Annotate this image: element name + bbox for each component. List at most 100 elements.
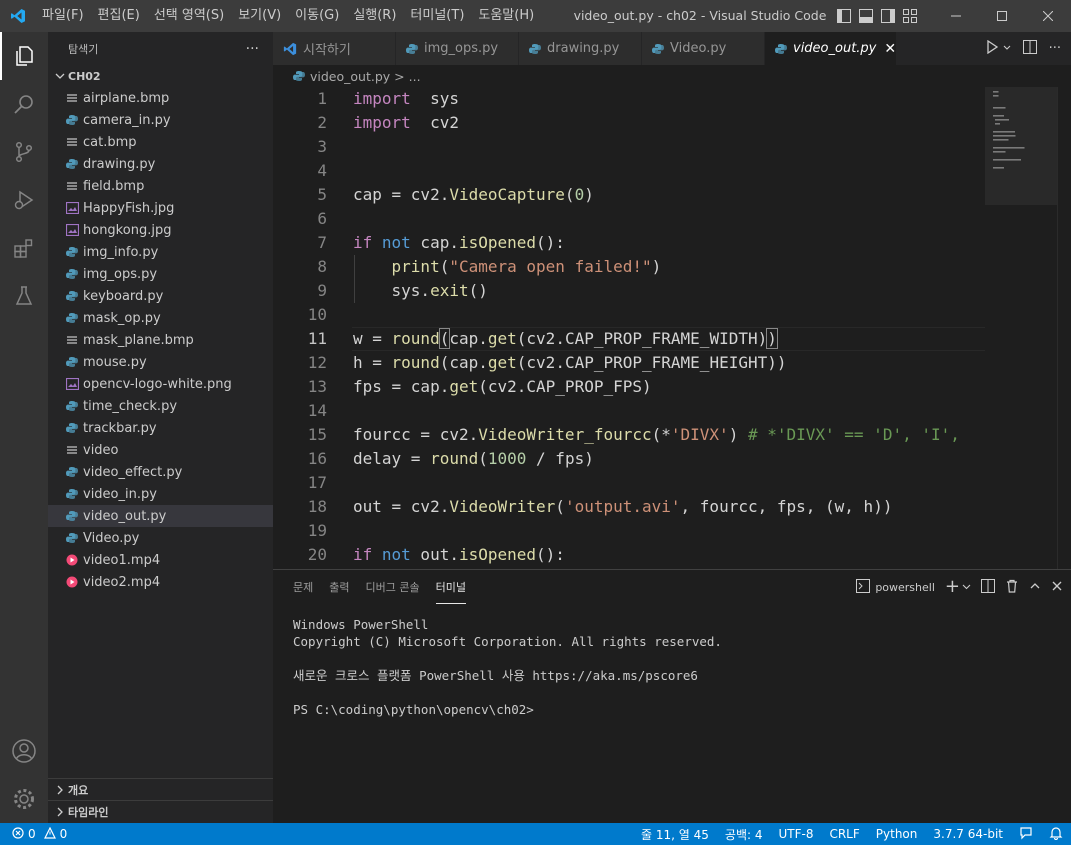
- code-token: cap = cv2.: [353, 185, 450, 204]
- run-dropdown-chevron-icon[interactable]: [1003, 41, 1011, 56]
- file-item[interactable]: trackbar.py: [48, 417, 273, 439]
- file-item[interactable]: cat.bmp: [48, 131, 273, 153]
- code-token: get: [449, 377, 479, 396]
- close-tab-icon[interactable]: ✕: [884, 41, 896, 57]
- code-editor[interactable]: 1 import sys 2 import cv2 3 4 5 cap = cv2.Video…: [273, 87, 985, 569]
- menu-item[interactable]: 파일(F): [35, 0, 91, 32]
- file-item[interactable]: video_out.py: [48, 505, 273, 527]
- toggle-sidebar-icon[interactable]: [836, 8, 852, 24]
- tab-output[interactable]: 출력: [329, 570, 349, 604]
- source-control-icon[interactable]: [0, 128, 48, 176]
- file-item[interactable]: img_info.py: [48, 241, 273, 263]
- file-item[interactable]: camera_in.py: [48, 109, 273, 131]
- more-actions-icon[interactable]: ···: [246, 41, 259, 57]
- status-problems[interactable]: 0 0: [0, 826, 67, 842]
- python-interpreter[interactable]: 3.7.7 64-bit: [925, 827, 1011, 841]
- file-item[interactable]: keyboard.py: [48, 285, 273, 307]
- file-item[interactable]: Video.py: [48, 527, 273, 549]
- code-token: out = cv2.: [353, 497, 450, 516]
- more-actions-icon[interactable]: ···: [1049, 41, 1061, 56]
- line-source: if not out.isOpened():: [353, 543, 565, 567]
- testing-flask-icon[interactable]: [0, 272, 48, 320]
- file-item[interactable]: hongkong.jpg: [48, 219, 273, 241]
- line-source: sys.exit(): [353, 279, 488, 303]
- breadcrumb-symbols[interactable]: ...: [409, 69, 421, 84]
- search-icon[interactable]: [0, 80, 48, 128]
- menu-item[interactable]: 터미널(T): [403, 0, 471, 32]
- run-python-file-icon[interactable]: [985, 39, 999, 58]
- file-item[interactable]: field.bmp: [48, 175, 273, 197]
- split-terminal-icon[interactable]: [981, 578, 995, 596]
- menu-item[interactable]: 보기(V): [231, 0, 288, 32]
- maximize-panel-chevron-icon[interactable]: [1029, 580, 1041, 595]
- toggle-panel-icon[interactable]: [858, 8, 874, 24]
- status-right: 줄 11, 열 45 공백: 4 UTF-8 CRLF Python 3.7.7…: [633, 823, 1071, 845]
- menu-item[interactable]: 실행(R): [346, 0, 403, 32]
- minimap[interactable]: [985, 87, 1057, 569]
- error-icon: [12, 826, 24, 842]
- tab-video-py[interactable]: Video.py: [642, 32, 765, 65]
- tab-debug-console[interactable]: 디버그 콘솔: [366, 570, 420, 604]
- trash-icon[interactable]: [1005, 579, 1019, 596]
- file-item[interactable]: video: [48, 439, 273, 461]
- tab-drawing-py[interactable]: drawing.py: [519, 32, 642, 65]
- file-item[interactable]: mouse.py: [48, 351, 273, 373]
- menu-item[interactable]: 이동(G): [288, 0, 346, 32]
- close-panel-icon[interactable]: [1051, 580, 1063, 595]
- tab-terminal[interactable]: 터미널: [435, 570, 466, 604]
- terminal-shell-selector[interactable]: powershell: [856, 578, 935, 596]
- indentation[interactable]: 공백: 4: [717, 826, 771, 843]
- code-line: 19: [273, 519, 985, 543]
- file-item[interactable]: opencv-logo-white.png: [48, 373, 273, 395]
- timeline-section[interactable]: 타임라인: [48, 800, 273, 822]
- code-line: 3: [273, 135, 985, 159]
- code-line: 15 fourcc = cv2.VideoWriter_fourcc(*'DIVX…: [273, 423, 985, 447]
- tab-welcome[interactable]: 시작하기: [273, 32, 396, 65]
- outline-section[interactable]: 개요: [48, 778, 273, 800]
- file-item[interactable]: mask_op.py: [48, 307, 273, 329]
- breadcrumb-file[interactable]: video_out.py: [310, 69, 390, 84]
- explorer-icon[interactable]: [0, 32, 48, 80]
- account-icon[interactable]: [0, 727, 48, 775]
- run-debug-icon[interactable]: [0, 176, 48, 224]
- menu-item[interactable]: 편집(E): [91, 0, 147, 32]
- file-item[interactable]: airplane.bmp: [48, 87, 273, 109]
- file-item[interactable]: mask_plane.bmp: [48, 329, 273, 351]
- file-item[interactable]: HappyFish.jpg: [48, 197, 273, 219]
- minimize-icon[interactable]: [933, 0, 979, 32]
- new-terminal-icon[interactable]: +: [945, 578, 960, 596]
- split-editor-icon[interactable]: [1022, 39, 1037, 58]
- language-mode[interactable]: Python: [868, 827, 926, 841]
- file-item[interactable]: video_effect.py: [48, 461, 273, 483]
- file-item[interactable]: time_check.py: [48, 395, 273, 417]
- cursor-position[interactable]: 줄 11, 열 45: [633, 826, 717, 843]
- notifications-bell-icon[interactable]: [1041, 826, 1071, 843]
- end-of-line[interactable]: CRLF: [821, 827, 867, 841]
- encoding[interactable]: UTF-8: [770, 827, 821, 841]
- file-item[interactable]: video1.mp4: [48, 549, 273, 571]
- file-item[interactable]: img_ops.py: [48, 263, 273, 285]
- customize-layout-icon[interactable]: [902, 8, 918, 24]
- maximize-icon[interactable]: [979, 0, 1025, 32]
- new-terminal-dropdown-icon[interactable]: [962, 580, 971, 594]
- vertical-scrollbar[interactable]: [1057, 87, 1071, 569]
- feedback-icon[interactable]: [1011, 826, 1041, 843]
- code-token: cap.: [449, 329, 488, 348]
- menu-item[interactable]: 선택 영역(S): [147, 0, 231, 32]
- tab-video-out-py[interactable]: video_out.py ✕: [765, 32, 897, 65]
- line-number: 8: [317, 257, 327, 276]
- toggle-secondary-sidebar-icon[interactable]: [880, 8, 896, 24]
- tab-problems[interactable]: 문제: [293, 570, 313, 604]
- extensions-icon[interactable]: [0, 224, 48, 272]
- folder-root[interactable]: CH02: [48, 65, 273, 87]
- timeline-label: 타임라인: [68, 805, 109, 819]
- terminal-output[interactable]: Windows PowerShell Copyright (C) Microsof…: [293, 616, 722, 718]
- close-window-icon[interactable]: [1025, 0, 1071, 32]
- file-item[interactable]: drawing.py: [48, 153, 273, 175]
- file-item[interactable]: video2.mp4: [48, 571, 273, 593]
- vscode-logo-icon: [0, 0, 35, 32]
- settings-gear-icon[interactable]: [0, 775, 48, 823]
- tab-img-ops-py[interactable]: img_ops.py: [396, 32, 519, 65]
- file-item[interactable]: video_in.py: [48, 483, 273, 505]
- python-file-icon: [652, 43, 664, 55]
